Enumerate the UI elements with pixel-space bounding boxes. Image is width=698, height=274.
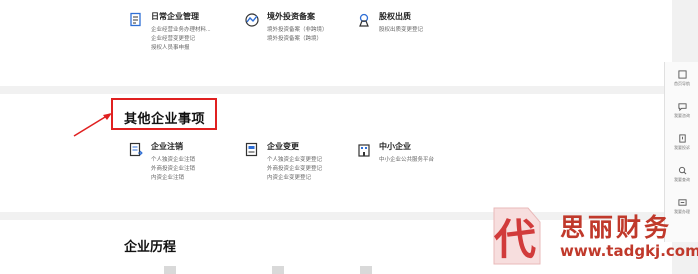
service-item-overseas-investment[interactable]: 境外投资备案 境外投资备案（非跨境） 境外投资备案（跨境） <box>244 12 328 44</box>
service-link[interactable]: 外商投资企业变更登记 <box>267 165 322 174</box>
watermark-logo-char: 代 <box>493 215 536 264</box>
service-item-title[interactable]: 中小企业 <box>379 142 434 152</box>
red-arrow-annotation <box>73 113 112 137</box>
service-link[interactable]: 企业经营变更登记 <box>151 35 211 44</box>
sidebar-item-label: 我要投诉 <box>674 145 690 150</box>
sidebar-item-consult[interactable]: 我要咨询 <box>665 102 698 119</box>
item-icon-partial <box>272 266 284 274</box>
service-link[interactable]: 外商投资企业注销 <box>151 165 195 174</box>
service-item-deregistration[interactable]: 企业注销 个人独资企业注销 外商投资企业注销 内资企业注销 <box>128 142 195 183</box>
watermark: 代 思丽财务 www.tadgkj.com <box>488 204 698 270</box>
service-item-title[interactable]: 企业注销 <box>151 142 195 152</box>
service-item-sme[interactable]: 中小企业 中小企业公共服务平台 <box>356 142 434 165</box>
service-link[interactable]: 个人独资企业变更登记 <box>267 156 322 165</box>
watermark-logo: 代 <box>493 207 541 265</box>
service-item-daily-management[interactable]: 日常企业管理 企业经营业务办理材料... 企业经营变更登记 授权人员事申报 <box>128 12 211 53</box>
service-link[interactable]: 股权出质变更登记 <box>379 26 423 35</box>
sidebar-item-complaint[interactable]: 我要投诉 <box>665 134 698 151</box>
sidebar-item-label: 我要咨询 <box>674 113 690 118</box>
document-icon <box>128 12 144 28</box>
service-link[interactable]: 内资企业变更登记 <box>267 174 322 183</box>
chat-icon <box>677 103 687 111</box>
complaint-icon <box>678 134 686 143</box>
section-title: 其他企业事项 <box>124 111 206 126</box>
cancel-doc-icon <box>128 142 144 158</box>
sidebar-item-home[interactable]: 首页导航 <box>665 70 698 87</box>
search-icon <box>678 166 686 175</box>
edit-doc-icon <box>244 142 260 158</box>
item-icon-partial <box>164 266 176 274</box>
page-background: 日常企业管理 企业经营业务办理材料... 企业经营变更登记 授权人员事申报 境外… <box>0 0 698 274</box>
sidebar-item-search[interactable]: 我要查询 <box>665 166 698 183</box>
watermark-url: www.tadgkj.com <box>560 242 698 260</box>
section-title: 企业历程 <box>124 239 177 254</box>
sidebar-item-label: 首页导航 <box>674 81 690 86</box>
stamp-icon <box>356 12 372 28</box>
home-icon <box>677 70 687 79</box>
service-item-title[interactable]: 企业变更 <box>267 142 322 152</box>
sidebar-item-label: 我要查询 <box>674 177 690 182</box>
service-card-top: 日常企业管理 企业经营业务办理材料... 企业经营变更登记 授权人员事申报 境外… <box>0 0 672 86</box>
service-item-equity-pledge[interactable]: 股权出质 股权出质变更登记 <box>356 12 423 35</box>
service-link[interactable]: 中小企业公共服务平台 <box>379 156 434 165</box>
service-item-title[interactable]: 境外投资备案 <box>267 12 328 22</box>
globe-icon <box>244 12 260 28</box>
watermark-name: 思丽财务 <box>560 213 673 242</box>
service-link[interactable]: 授权人员事申报 <box>151 44 211 53</box>
service-link[interactable]: 个人独资企业注销 <box>151 156 195 165</box>
service-link[interactable]: 境外投资备案（跨境） <box>267 35 328 44</box>
service-item-change[interactable]: 企业变更 个人独资企业变更登记 外商投资企业变更登记 内资企业变更登记 <box>244 142 322 183</box>
service-item-title[interactable]: 股权出质 <box>379 12 423 22</box>
service-link[interactable]: 境外投资备案（非跨境） <box>267 26 328 35</box>
service-link[interactable]: 企业经营业务办理材料... <box>151 26 211 35</box>
item-icon-partial <box>360 266 372 274</box>
building-icon <box>356 142 372 158</box>
service-link[interactable]: 内资企业注销 <box>151 174 195 183</box>
service-item-title[interactable]: 日常企业管理 <box>151 12 211 22</box>
